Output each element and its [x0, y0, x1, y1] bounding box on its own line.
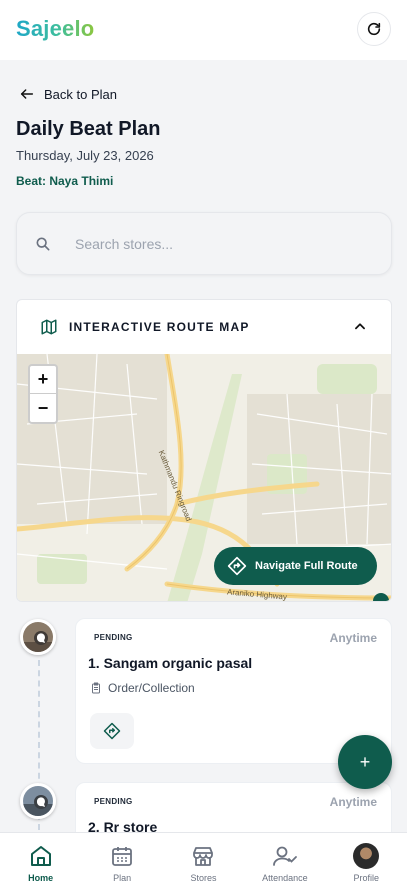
- beat-name: Beat: Naya Thimi: [16, 174, 114, 188]
- bottom-nav: Home Plan Stores Attendance Profile: [0, 832, 407, 892]
- navigate-stop-button[interactable]: [90, 713, 134, 749]
- status-badge: PENDING: [94, 797, 133, 806]
- route-map-card: INTERACTIVE ROUTE MAP Kathmandu Ringroad…: [16, 299, 392, 602]
- store-name: 1. Sangam organic pasal: [88, 655, 253, 671]
- nav-stores[interactable]: Stores: [163, 833, 244, 892]
- back-label: Back to Plan: [44, 86, 117, 102]
- user-check-icon: [272, 846, 297, 866]
- store-avatar[interactable]: [20, 619, 56, 655]
- map-header[interactable]: INTERACTIVE ROUTE MAP: [17, 300, 391, 354]
- status-badge: PENDING: [94, 633, 133, 642]
- store-photo: [23, 622, 53, 652]
- directions-icon: [103, 722, 121, 740]
- add-stop-button[interactable]: +: [338, 735, 392, 789]
- visit-purpose: Order/Collection: [90, 681, 195, 695]
- nav-stores-label: Stores: [190, 873, 217, 883]
- map-title: INTERACTIVE ROUTE MAP: [69, 320, 250, 334]
- navigate-full-route-button[interactable]: Navigate Full Route: [214, 547, 377, 585]
- store-icon: [193, 847, 214, 866]
- plan-date: Thursday, July 23, 2026: [16, 148, 154, 163]
- search-icon: [36, 237, 50, 250]
- nav-attendance-label: Attendance: [262, 873, 308, 883]
- zoom-out-button[interactable]: −: [30, 394, 56, 422]
- map-icon: [41, 319, 57, 335]
- refresh-icon: [367, 22, 381, 36]
- store-avatar[interactable]: [20, 783, 56, 819]
- home-icon: [30, 846, 51, 866]
- nav-plan[interactable]: Plan: [82, 833, 163, 892]
- app-logo[interactable]: Sajeelo: [16, 16, 94, 42]
- plus-icon: +: [359, 751, 371, 772]
- zoom-controls: + −: [28, 364, 58, 424]
- search-input[interactable]: [75, 235, 355, 252]
- visit-time: Anytime: [329, 631, 377, 645]
- stop-card[interactable]: PENDING Anytime 1. Sangam organic pasal …: [75, 618, 392, 764]
- top-bar: Sajeelo: [0, 0, 407, 60]
- zoom-in-button[interactable]: +: [30, 366, 56, 394]
- chevron-up-icon[interactable]: [353, 319, 367, 333]
- nav-profile[interactable]: Profile: [326, 833, 407, 892]
- arrow-left-icon: [20, 89, 34, 99]
- nav-profile-label: Profile: [353, 873, 379, 883]
- back-to-plan-link[interactable]: Back to Plan: [18, 86, 117, 102]
- nav-plan-label: Plan: [113, 873, 132, 883]
- refresh-button[interactable]: [357, 12, 391, 46]
- navigate-label: Navigate Full Route: [255, 560, 358, 572]
- search-bar: [16, 212, 392, 275]
- nav-attendance[interactable]: Attendance: [244, 833, 325, 892]
- purpose-label: Order/Collection: [108, 681, 195, 695]
- visit-time: Anytime: [329, 795, 377, 809]
- profile-avatar: [353, 843, 380, 869]
- nav-home[interactable]: Home: [0, 833, 81, 892]
- route-map[interactable]: Kathmandu Ringroad Araniko Highway + − N…: [17, 354, 391, 601]
- clipboard-icon: [92, 682, 100, 694]
- directions-icon: [227, 556, 247, 576]
- page-title: Daily Beat Plan: [16, 118, 161, 140]
- calendar-icon: [112, 847, 132, 866]
- nav-home-label: Home: [28, 873, 54, 883]
- store-photo: [23, 786, 53, 816]
